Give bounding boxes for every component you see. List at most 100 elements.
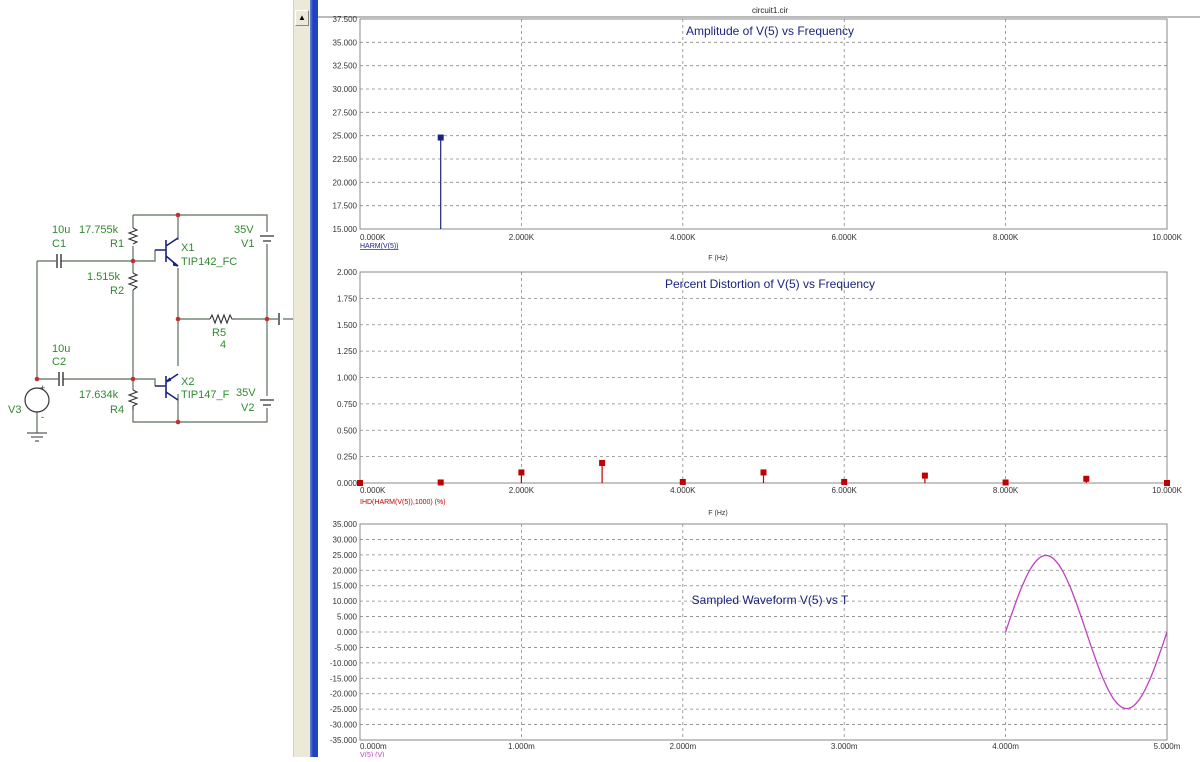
resistor-r2 [127,272,139,291]
x-tick-label: 2.000K [509,486,535,495]
y-tick-label: 10.000 [333,597,358,606]
chart-3[interactable]: -35.000 -30.000 -25.000 -20.000 -15.000 -10.0… [330,520,1181,759]
y-tick-label: -10.000 [330,659,358,668]
y-tick-label: -35.000 [330,736,358,745]
y-tick-label: 20.000 [333,178,358,187]
chart-1[interactable]: 15.000 17.500 20.000 22.500 25.000 27.500 30.0… [333,15,1183,262]
c2-value: 10u [52,343,70,355]
y-tick-label: 1.500 [337,321,358,330]
v1-value: 35V [234,224,254,236]
data-point[interactable] [1164,480,1170,486]
y-tick-label: 1.250 [337,347,358,356]
c1-value: 10u [52,224,70,236]
schematic-scrollbar[interactable]: ▲ [293,0,310,757]
labels: 10u C1 17.755k R1 X1 TIP142_FC 35V V1 1.… [8,224,256,422]
legend-label[interactable]: IHD(HARM(V(5)),1000) (%) [360,499,446,506]
x-tick-label: 2.000m [669,742,696,751]
y-tick-label: 35.000 [333,38,358,47]
legend-label[interactable]: V(5) (V) [360,752,385,759]
y-tick-label: 5.000 [337,613,358,622]
data-point[interactable] [437,134,444,141]
ground-icon [27,432,47,442]
file-title: circuit1.cir [752,6,788,15]
y-tick-label: 0.250 [337,453,358,462]
transistor-x2 [155,373,179,401]
y-tick-label: 22.500 [333,155,358,164]
resistor-r4 [127,389,139,410]
r4-value: 17.634k [79,389,119,401]
y-tick-label: 1.750 [337,294,358,303]
y-tick-label: 1.000 [337,374,358,383]
r1-name: R1 [110,238,124,250]
y-tick-label: 20.000 [333,566,358,575]
y-tick-label: 25.000 [333,551,358,560]
legend-label[interactable]: HARM(V(5)) [360,243,399,250]
x2-model: TIP147_F [181,389,230,401]
x-tick-label: 0.000K [360,486,386,495]
wires [36,214,310,433]
r2-name: R2 [110,285,124,297]
x-tick-label: 4.000K [670,486,696,495]
y-tick-label: 0.000 [337,479,358,488]
chart-2[interactable]: 0.000 0.250 0.500 0.750 1.000 1.250 1.500 1.750… [337,268,1183,517]
data-point[interactable] [357,480,363,486]
x-tick-label: 1.000m [508,742,535,751]
data-point[interactable] [1083,475,1090,482]
resistor-r1 [127,227,139,245]
v2-name: V2 [241,402,254,414]
x-tick-label: 4.000m [992,742,1019,751]
v3-plus: + [40,383,45,393]
x2-name: X2 [181,376,194,388]
y-tick-label: -20.000 [330,690,358,699]
x-tick-label: 8.000K [993,233,1019,242]
r5-name: R5 [212,327,226,339]
x-tick-label: 6.000K [832,486,858,495]
plot-frame [359,18,1168,230]
v3-name: V3 [8,404,21,416]
analysis-plot-window[interactable]: circuit1.cir 15.000 17.500 20.000 22.500 25.… [318,0,1200,759]
x-tick-label: 4.000K [670,233,696,242]
x-tick-label: 6.000K [832,233,858,242]
y-tick-label: 0.500 [337,426,358,435]
chart-title: Percent Distortion of V(5) vs Frequency [665,277,875,291]
x-tick-label: 10.000K [1152,486,1182,495]
v3-minus: - [41,412,44,422]
x-tick-label: 10.000K [1152,233,1182,242]
transistor-x1 [155,237,179,267]
chart-title: Sampled Waveform V(5) vs T [692,593,849,607]
data-point[interactable] [518,469,525,476]
data-point[interactable] [1002,479,1009,486]
battery-v1 [260,235,274,242]
x-tick-label: 0.000K [360,233,386,242]
x-tick-label: 2.000K [509,233,535,242]
schematic-panel[interactable]: 10u C1 17.755k R1 X1 TIP142_FC 35V V1 1.… [0,0,310,757]
data-point[interactable] [841,478,848,485]
y-tick-label: 17.500 [333,202,358,211]
y-tick-label: 30.000 [333,85,358,94]
v1-name: V1 [241,238,254,250]
battery-v2 [260,399,274,406]
schematic-canvas[interactable]: 10u C1 17.755k R1 X1 TIP142_FC 35V V1 1.… [0,0,310,757]
plots-canvas[interactable]: circuit1.cir 15.000 17.500 20.000 22.500 25.… [318,0,1200,759]
x-axis-label: F (Hz) [708,510,727,517]
r2-value: 1.515k [87,271,121,283]
data-point[interactable] [760,469,767,476]
x-tick-label: 0.000m [360,742,387,751]
data-point[interactable] [437,479,444,486]
scroll-up-arrow-icon[interactable]: ▲ [295,10,309,26]
resistor-r5 [209,313,235,325]
y-tick-label: 15.000 [333,225,358,234]
y-tick-label: 32.500 [333,62,358,71]
y-tick-label: -15.000 [330,674,358,683]
data-point[interactable] [921,472,928,479]
c2-name: C2 [52,356,66,368]
y-tick-label: -25.000 [330,705,358,714]
transistors [155,237,179,401]
y-tick-label: -30.000 [330,721,358,730]
data-point[interactable] [679,478,686,485]
y-tick-label: 30.000 [333,535,358,544]
capacitor-c1 [56,254,62,268]
data-point[interactable] [599,459,606,466]
y-tick-label: 15.000 [333,582,358,591]
x1-name: X1 [181,242,194,254]
